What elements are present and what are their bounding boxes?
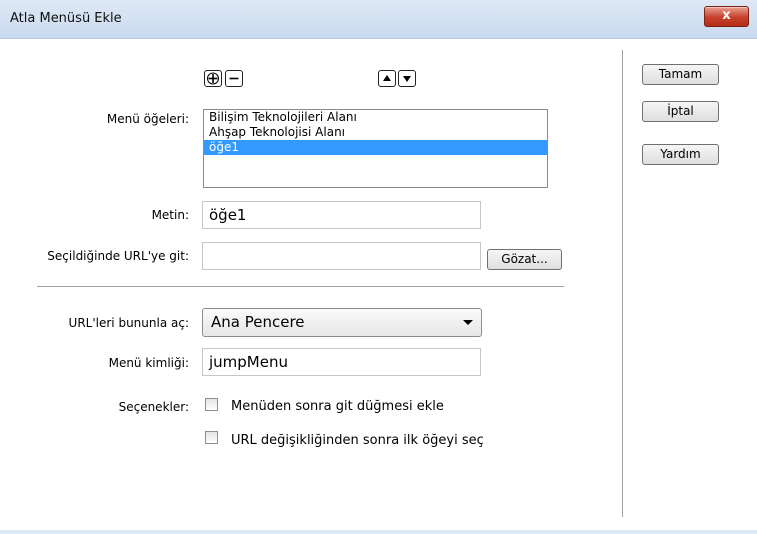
menu-id-input[interactable]: jumpMenu <box>202 348 481 376</box>
open-urls-label: URL'leri bununla aç: <box>68 316 189 330</box>
text-label: Metin: <box>151 208 189 222</box>
go-button-checkbox[interactable] <box>205 398 218 411</box>
browse-button[interactable]: Gözat... <box>487 249 562 270</box>
window-title: Atla Menüsü Ekle <box>10 11 122 26</box>
window-frame-bottom <box>0 530 757 534</box>
go-button-checkbox-label: Menüden sonra git düğmesi ekle <box>231 399 444 414</box>
help-button[interactable]: Yardım <box>642 144 719 165</box>
ok-button[interactable]: Tamam <box>642 64 719 85</box>
down-arrow-icon <box>403 76 411 82</box>
title-bar: Atla Menüsü Ekle x <box>0 0 757 39</box>
list-item[interactable]: Ahşap Teknolojisi Alanı <box>204 125 547 140</box>
add-item-button[interactable] <box>204 70 222 87</box>
chevron-down-icon <box>463 320 473 325</box>
menu-items-label: Menü öğeleri: <box>106 112 189 126</box>
minus-icon <box>229 77 239 80</box>
select-first-checkbox-label: URL değişikliğinden sonra ilk öğeyi seç <box>231 433 484 448</box>
open-urls-select[interactable]: Ana Pencere <box>202 308 482 337</box>
separator <box>37 286 564 288</box>
close-button[interactable]: x <box>704 6 749 27</box>
url-label: Seçildiğinde URL'ye git: <box>47 249 189 263</box>
remove-item-button[interactable] <box>225 70 243 87</box>
menu-id-label: Menü kimliği: <box>108 356 189 370</box>
select-first-checkbox[interactable] <box>205 431 218 444</box>
menu-items-listbox[interactable]: Bilişim Teknolojileri Alanı Ahşap Teknol… <box>203 109 548 188</box>
text-input[interactable]: öğe1 <box>202 201 481 229</box>
list-item[interactable]: öğe1 <box>204 140 547 155</box>
plus-icon <box>207 72 219 85</box>
url-input[interactable] <box>202 242 481 270</box>
open-urls-value: Ana Pencere <box>211 313 305 331</box>
move-up-button[interactable] <box>378 70 396 87</box>
cancel-button[interactable]: İptal <box>642 101 719 122</box>
vertical-separator <box>622 50 623 517</box>
options-label: Seçenekler: <box>118 400 189 414</box>
list-item[interactable]: Bilişim Teknolojileri Alanı <box>204 110 547 125</box>
move-down-button[interactable] <box>398 70 416 87</box>
up-arrow-icon <box>383 75 391 81</box>
close-icon: x <box>722 8 731 23</box>
